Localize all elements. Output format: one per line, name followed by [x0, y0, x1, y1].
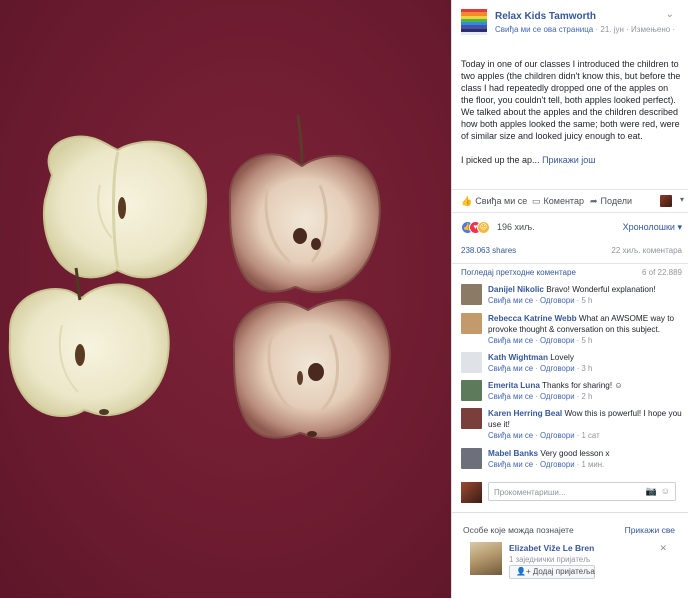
comment-author[interactable]: Mabel Banks: [488, 449, 538, 458]
share-button[interactable]: ➦ Подели: [590, 196, 632, 207]
comment-text: Bravo! Wonderful explanation!: [546, 285, 656, 294]
comment-author[interactable]: Emerita Luna: [488, 381, 540, 390]
comment-text: Lovely: [550, 353, 574, 362]
comment-time[interactable]: 1 мин.: [582, 460, 605, 469]
reactions-bar: 👍 ♥ ☹ 196 хиљ. Хронолошки ▾: [461, 221, 682, 235]
add-friend-icon: 👤+: [516, 567, 531, 576]
page-name[interactable]: Relax Kids Tamworth: [495, 11, 596, 22]
smiley-icon[interactable]: ☺: [661, 486, 670, 496]
comment-author[interactable]: Kath Wightman: [488, 353, 548, 362]
previous-comments: Погледај претходне коментаре 6 of 22.889: [461, 268, 682, 280]
comment-reply-link[interactable]: Одговори: [540, 364, 575, 373]
sad-reaction-icon[interactable]: ☹: [477, 221, 490, 234]
comment-meta: Свиђа ми се · Одговори · 2 h: [488, 392, 593, 401]
pymk-mutual-friends[interactable]: 1 заједнички пријатељ: [509, 555, 590, 564]
comment-meta: Свиђа ми се · Одговори · 1 сат: [488, 431, 600, 440]
view-previous-comments-link[interactable]: Погледај претходне коментаре: [461, 268, 576, 277]
close-icon[interactable]: ✕: [659, 543, 667, 554]
divider: [452, 263, 688, 264]
comment-author[interactable]: Danijel Nikolic: [488, 285, 544, 294]
comments-count[interactable]: 22 хиљ. коментара: [611, 246, 682, 255]
comment-time[interactable]: 1 сат: [582, 431, 600, 440]
avatar[interactable]: [461, 448, 482, 469]
comment-input[interactable]: Прокоментариши... 📷 ☺: [488, 482, 676, 501]
post-side-panel: Relax Kids Tamworth Свиђа ми се ова стра…: [451, 0, 688, 599]
people-you-may-know: Особе које можда познајете Прикажи све E…: [452, 512, 688, 599]
comment-like-link[interactable]: Свиђа ми се: [488, 336, 533, 345]
reaction-count[interactable]: 196 хиљ.: [497, 222, 535, 232]
comment-time[interactable]: 5 h: [582, 336, 593, 345]
comment-reply-link[interactable]: Одговори: [540, 336, 575, 345]
fresh-apple-top: [43, 135, 208, 279]
comment-time[interactable]: 3 h: [582, 364, 593, 373]
comment-author[interactable]: Karen Herring Beal: [488, 409, 562, 418]
comment-author[interactable]: Rebecca Katrine Webb: [488, 314, 577, 323]
comments-pagination: 6 of 22.889: [641, 268, 682, 277]
comment-like-link[interactable]: Свиђа ми се: [488, 431, 533, 440]
post-paragraph-truncated: I picked up the ap...: [461, 155, 540, 165]
post-text: Today in one of our classes I introduced…: [461, 58, 682, 178]
comment-time[interactable]: 5 h: [582, 296, 593, 305]
pymk-title: Особе које можда познајете: [463, 525, 574, 535]
post-header: Relax Kids Tamworth Свиђа ми се ова стра…: [461, 9, 682, 39]
comment-like-link[interactable]: Свиђа ми се: [488, 460, 533, 469]
fresh-apple-bottom: [8, 267, 170, 418]
see-more-link[interactable]: Прикажи још: [542, 155, 595, 165]
comment-reply-link[interactable]: Одговори: [540, 392, 575, 401]
comment-like-link[interactable]: Свиђа ми се: [488, 364, 533, 373]
comment-text: Thanks for sharing! ☺: [542, 381, 623, 390]
comment-like-link[interactable]: Свиђа ми се: [488, 296, 533, 305]
comment-meta: Свиђа ми се · Одговори · 5 h: [488, 336, 593, 345]
comment-button[interactable]: ▭ Коментар: [532, 196, 584, 207]
comment-order-dropdown[interactable]: Хронолошки ▾: [623, 222, 682, 233]
comment-meta: Свиђа ми се · Одговори · 5 h: [488, 296, 593, 305]
comment-reply-link[interactable]: Одговори: [540, 431, 575, 440]
shares-count[interactable]: 238.063 shares: [461, 246, 516, 255]
pymk-see-all-link[interactable]: Прикажи све: [625, 525, 675, 535]
post-actions: 👍 Свиђа ми се ▭ Коментар ➦ Подели ▾: [452, 189, 688, 213]
comment-icon: ▭: [532, 196, 541, 206]
avatar[interactable]: [461, 482, 482, 503]
bruised-apple-bottom: [232, 298, 391, 440]
avatar[interactable]: [461, 313, 482, 334]
avatar[interactable]: [461, 284, 482, 305]
camera-icon[interactable]: 📷: [646, 486, 657, 497]
comment-text: Very good lesson x: [540, 449, 610, 458]
avatar[interactable]: [461, 352, 482, 373]
post-photo[interactable]: [0, 0, 451, 598]
post-date: · 21. јун · Измењено ·: [595, 25, 676, 34]
avatar[interactable]: [461, 380, 482, 401]
bruised-apple-top: [228, 114, 381, 294]
comment-input-placeholder: Прокоментариши...: [494, 488, 566, 497]
like-page-link[interactable]: Свиђа ми се ова страница: [495, 25, 593, 34]
comment-reply-link[interactable]: Одговори: [540, 296, 575, 305]
add-friend-button[interactable]: 👤+ Додај пријатеља: [509, 565, 595, 579]
comment-composer: Прокоментариши... 📷 ☺: [461, 482, 678, 503]
audience-avatar[interactable]: [660, 195, 672, 207]
chevron-down-icon[interactable]: ⌄: [666, 9, 674, 20]
comment-like-link[interactable]: Свиђа ми се: [488, 392, 533, 401]
comment-meta: Свиђа ми се · Одговори · 1 мин.: [488, 460, 605, 469]
avatar[interactable]: [461, 408, 482, 429]
page-subline: Свиђа ми се ова страница · 21. јун · Изм…: [495, 25, 675, 34]
apples-image: [8, 114, 391, 440]
share-icon: ➦: [590, 196, 598, 206]
like-button[interactable]: 👍 Свиђа ми се: [461, 196, 527, 207]
comment-meta: Свиђа ми се · Одговори · 3 h: [488, 364, 593, 373]
comment-time[interactable]: 2 h: [582, 392, 593, 401]
comment-reply-link[interactable]: Одговори: [540, 460, 575, 469]
avatar[interactable]: [470, 542, 502, 575]
page-logo[interactable]: [461, 9, 487, 35]
post-stats: 238.063 shares 22 хиљ. коментара: [461, 246, 682, 260]
post-paragraph: Today in one of our classes I introduced…: [461, 59, 681, 141]
pymk-person-name[interactable]: Elizabet Viže Le Bren: [509, 543, 594, 553]
like-icon: 👍: [461, 196, 473, 206]
chevron-down-icon[interactable]: ▾: [680, 195, 684, 204]
